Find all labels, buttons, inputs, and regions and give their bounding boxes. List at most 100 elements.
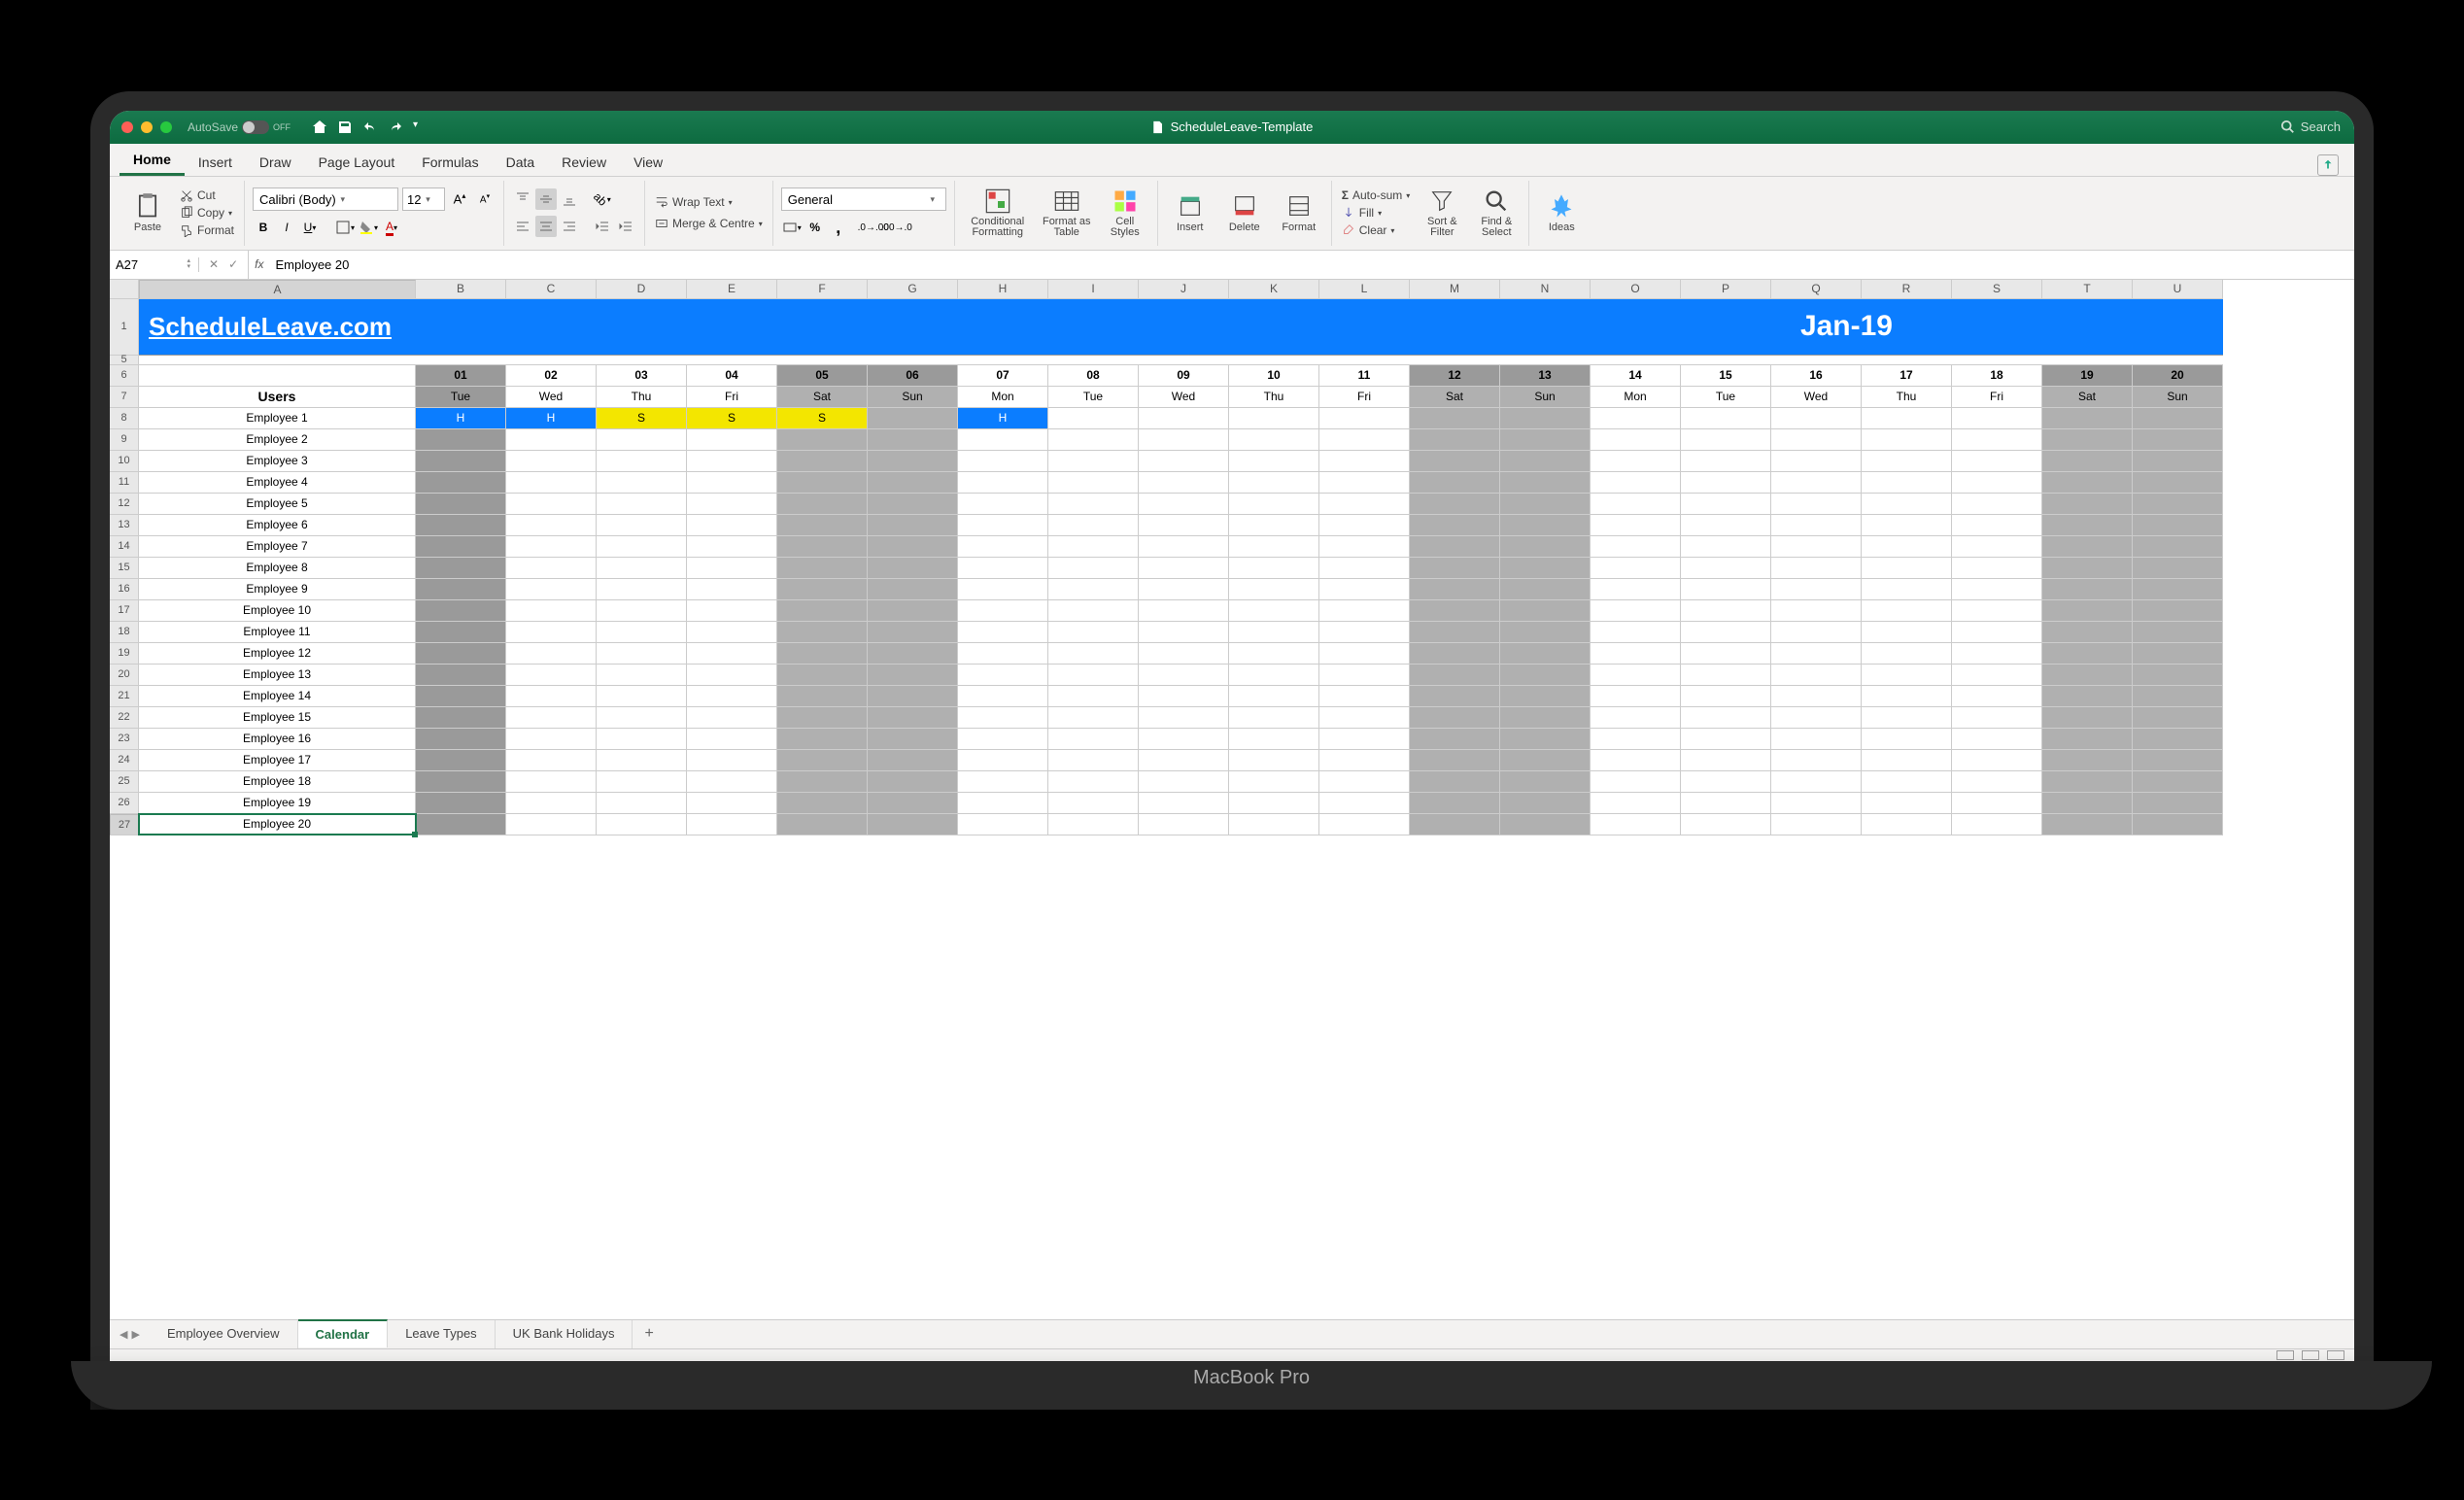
grid-cell[interactable] (777, 643, 868, 664)
grid-cell[interactable] (777, 665, 868, 685)
grid-cell[interactable] (1771, 750, 1862, 770)
enter-formula-button[interactable]: ✓ (224, 257, 242, 271)
grid-cell[interactable]: 03 (597, 365, 687, 386)
grid-cell[interactable] (868, 600, 958, 621)
grid-cell[interactable] (1139, 429, 1229, 450)
grid-cell[interactable] (1681, 686, 1771, 706)
row-header[interactable]: 9 (110, 429, 139, 451)
font-color-button[interactable]: A▾ (381, 217, 402, 238)
grid-cell[interactable] (2133, 686, 2223, 706)
grid-cell[interactable] (506, 600, 597, 621)
clear-button[interactable]: Clear▾ (1340, 222, 1413, 238)
grid-cell[interactable] (1139, 536, 1229, 557)
grid-cell[interactable] (1771, 451, 1862, 471)
grid-cell[interactable] (1681, 750, 1771, 770)
grid-cell[interactable]: S (597, 408, 687, 428)
grid-cell[interactable] (958, 793, 1048, 813)
grid-cell[interactable] (958, 429, 1048, 450)
grid-cell[interactable] (2133, 579, 2223, 599)
grid-cell[interactable] (416, 451, 506, 471)
grid-cell[interactable] (1952, 643, 2042, 664)
grid-cell[interactable] (597, 536, 687, 557)
row-label-cell[interactable]: Employee 10 (139, 600, 416, 621)
grid-cell[interactable] (1500, 729, 1591, 749)
grid-cell[interactable] (687, 707, 777, 728)
italic-button[interactable]: I (276, 217, 297, 238)
grid-cell[interactable] (1952, 729, 2042, 749)
row-header[interactable]: 17 (110, 600, 139, 622)
grid-cell[interactable] (1591, 494, 1681, 514)
grid-cell[interactable] (1048, 750, 1139, 770)
grid-cell[interactable]: 19 (2042, 365, 2133, 386)
grid-cell[interactable] (1862, 408, 1952, 428)
grid-cell[interactable]: 17 (1862, 365, 1952, 386)
grid-cell[interactable] (687, 515, 777, 535)
grid-cell[interactable]: Sun (2133, 387, 2223, 407)
grid-cell[interactable] (1048, 814, 1139, 835)
grid-cell[interactable] (2042, 408, 2133, 428)
grid-cell[interactable] (1319, 814, 1410, 835)
column-header[interactable]: P (1681, 280, 1771, 299)
grid-cell[interactable] (416, 665, 506, 685)
grid-cell[interactable] (416, 429, 506, 450)
grid-cell[interactable] (1410, 429, 1500, 450)
grid-cell[interactable]: Thu (597, 387, 687, 407)
grid-cell[interactable] (1229, 408, 1319, 428)
sort-filter-button[interactable]: Sort & Filter (1418, 188, 1466, 238)
grid-cell[interactable] (687, 494, 777, 514)
brand-link[interactable]: ScheduleLeave.com (139, 312, 401, 342)
grid-cell[interactable] (1139, 686, 1229, 706)
grid-cell[interactable] (1229, 536, 1319, 557)
grid-cell[interactable] (506, 429, 597, 450)
grid-cell[interactable] (416, 472, 506, 493)
grid-cell[interactable] (687, 750, 777, 770)
grid-cell[interactable] (1319, 408, 1410, 428)
ribbon-tab-view[interactable]: View (620, 147, 676, 176)
grid-cell[interactable] (416, 558, 506, 578)
grid-cell[interactable]: 14 (1591, 365, 1681, 386)
grid-cell[interactable] (687, 771, 777, 792)
undo-icon[interactable] (362, 119, 378, 135)
grid-cell[interactable] (416, 771, 506, 792)
grid-cell[interactable] (777, 515, 868, 535)
grid-cell[interactable] (958, 750, 1048, 770)
column-header[interactable]: G (868, 280, 958, 299)
grid-cell[interactable] (1048, 665, 1139, 685)
grid-cell[interactable] (416, 750, 506, 770)
grid-cell[interactable] (958, 643, 1048, 664)
grid-cell[interactable] (1139, 622, 1229, 642)
conditional-formatting-button[interactable]: Conditional Formatting (963, 188, 1033, 238)
grid-cell[interactable] (1500, 408, 1591, 428)
grid-cell[interactable] (1862, 793, 1952, 813)
row-header[interactable]: 7 (110, 387, 139, 408)
grid-cell[interactable] (1500, 579, 1591, 599)
grid-cell[interactable] (597, 515, 687, 535)
grid-cell[interactable] (1410, 408, 1500, 428)
grid-cell[interactable] (1048, 643, 1139, 664)
grid-cell[interactable] (777, 622, 868, 642)
row-header[interactable]: 26 (110, 793, 139, 814)
grid-cell[interactable] (1771, 494, 1862, 514)
grid-cell[interactable] (1952, 515, 2042, 535)
column-header[interactable]: K (1229, 280, 1319, 299)
grid-cell[interactable] (1229, 515, 1319, 535)
maximize-window-button[interactable] (160, 121, 172, 133)
grid-cell[interactable] (868, 750, 958, 770)
grid-cell[interactable] (1771, 665, 1862, 685)
border-button[interactable]: ▾ (334, 217, 356, 238)
row-label-cell[interactable]: Employee 2 (139, 429, 416, 450)
grid-cell[interactable] (1771, 729, 1862, 749)
sheet-next-button[interactable]: ▶ (131, 1328, 139, 1341)
grid-cell[interactable] (1681, 665, 1771, 685)
share-button[interactable] (2317, 154, 2339, 176)
grid-cell[interactable]: 04 (687, 365, 777, 386)
grid-cell[interactable] (1229, 793, 1319, 813)
grid-cell[interactable] (1591, 707, 1681, 728)
grid-cell[interactable] (1319, 686, 1410, 706)
row-header[interactable]: 5 (110, 356, 139, 365)
grid-cell[interactable] (1952, 494, 2042, 514)
select-all-corner[interactable] (110, 280, 139, 299)
grid-cell[interactable] (958, 536, 1048, 557)
grid-cell[interactable] (958, 451, 1048, 471)
grid-cell[interactable] (1500, 429, 1591, 450)
